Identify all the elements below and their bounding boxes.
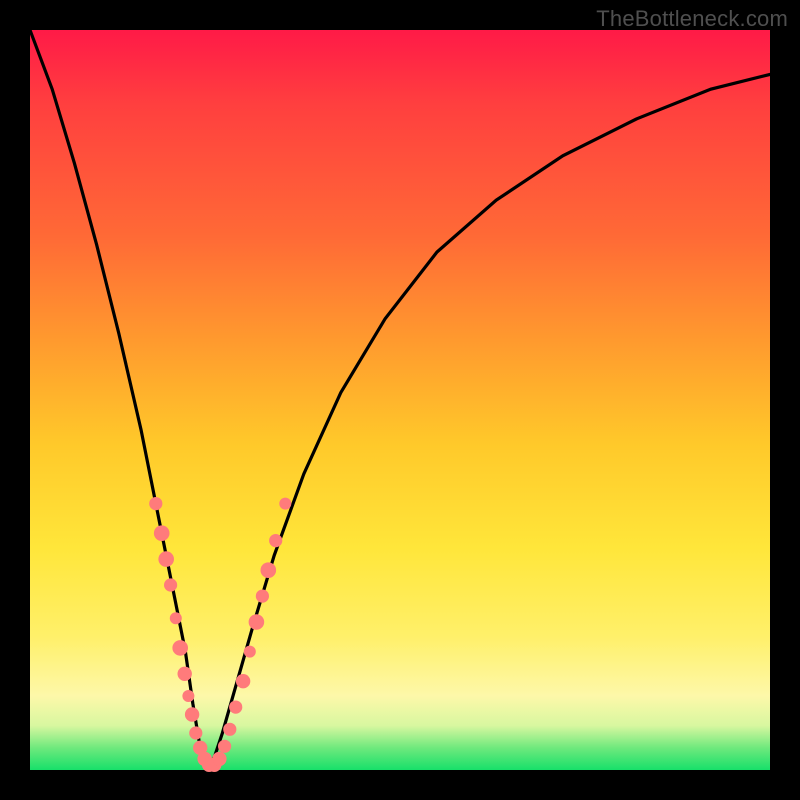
marker-dot xyxy=(182,690,194,702)
bottleneck-curve xyxy=(30,30,770,770)
marker-dot xyxy=(212,752,226,766)
marker-dot xyxy=(172,640,188,656)
marker-dot xyxy=(244,646,256,658)
marker-dot xyxy=(236,674,250,688)
marker-dot xyxy=(256,590,269,603)
marker-dot xyxy=(154,525,170,541)
marker-dot xyxy=(223,723,236,736)
marker-dot xyxy=(170,612,182,624)
chart-svg xyxy=(30,30,770,770)
watermark-text: TheBottleneck.com xyxy=(596,6,788,32)
marker-dot xyxy=(185,707,199,721)
marker-dot xyxy=(249,614,265,630)
chart-frame: TheBottleneck.com xyxy=(0,0,800,800)
marker-dot xyxy=(149,497,162,510)
marker-dot xyxy=(218,740,231,753)
marker-dot xyxy=(229,701,242,714)
marker-dot xyxy=(164,578,177,591)
marker-dot xyxy=(261,562,277,578)
marker-dot xyxy=(189,726,202,739)
marker-dot xyxy=(178,667,192,681)
marker-dot xyxy=(269,534,282,547)
marker-group xyxy=(149,497,291,772)
plot-area xyxy=(30,30,770,770)
marker-dot xyxy=(158,551,174,567)
marker-dot xyxy=(279,498,291,510)
